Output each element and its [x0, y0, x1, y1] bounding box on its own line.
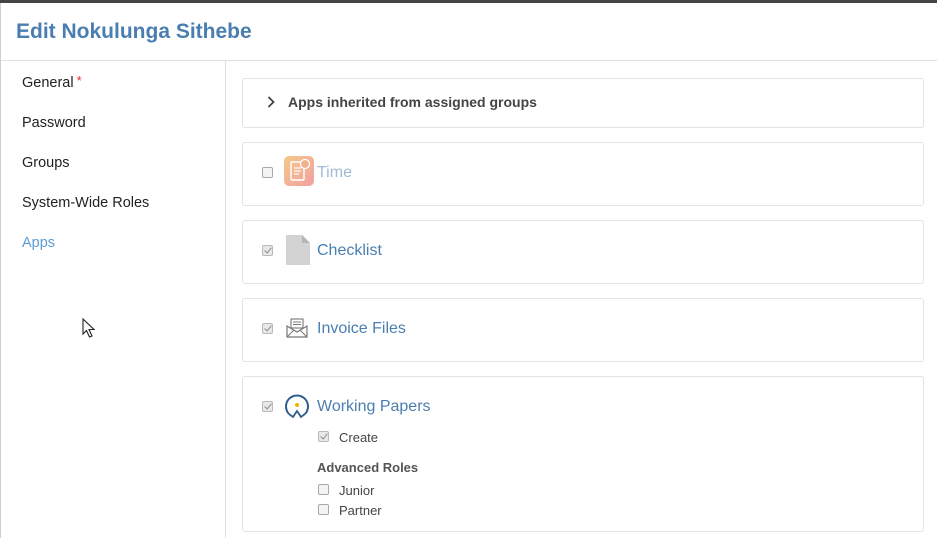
app-name-invoice-files: Invoice Files [317, 320, 406, 337]
app-card-working-papers: Working Papers Create Advanced Roles Jun… [242, 376, 924, 532]
document-icon [286, 235, 310, 265]
app-card-invoice-files: Invoice Files [242, 298, 924, 362]
advanced-roles-heading: Advanced Roles [317, 460, 419, 475]
app-card-time: Time [242, 142, 924, 206]
app-card-checklist: Checklist [242, 220, 924, 284]
role-label-partner: Partner [339, 503, 382, 518]
required-marker: * [76, 73, 82, 88]
apps-panel: Apps inherited from assigned groups Time [226, 61, 937, 538]
app-checkbox-checklist[interactable] [262, 245, 273, 256]
create-permission-label: Create [339, 430, 379, 445]
sidebar-item-password[interactable]: Password [22, 115, 86, 131]
page-title: Edit Nokulunga Sithebe [16, 20, 252, 43]
role-checkbox-junior[interactable] [318, 484, 329, 495]
inherited-apps-label: Apps inherited from assigned groups [288, 94, 537, 110]
chevron-right-icon [267, 96, 275, 108]
role-checkbox-partner[interactable] [318, 504, 329, 515]
sidebar-item-label: Password [22, 115, 86, 131]
envelope-icon [286, 318, 308, 338]
app-name-time: Time [317, 164, 352, 181]
app-checkbox-invoice-files[interactable] [262, 323, 273, 334]
app-name-working-papers: Working Papers [317, 398, 431, 415]
app-name-checklist: Checklist [317, 242, 382, 259]
time-app-icon [284, 156, 314, 186]
sidebar-item-label: System-Wide Roles [22, 195, 150, 211]
sidebar-item-label: Groups [22, 155, 70, 171]
dialog-header: Edit Nokulunga Sithebe [0, 3, 937, 61]
working-papers-logo-icon [285, 394, 309, 419]
sidebar-item-apps[interactable]: Apps [22, 235, 55, 251]
sidebar-item-general[interactable]: General * [22, 73, 82, 91]
inherited-apps-toggle[interactable]: Apps inherited from assigned groups [242, 78, 924, 128]
mouse-pointer-icon [82, 318, 96, 338]
sidebar-item-groups[interactable]: Groups [22, 155, 70, 171]
sidebar-item-label: Apps [22, 235, 56, 251]
sidebar-item-label: General [22, 75, 74, 91]
app-checkbox-time[interactable] [262, 167, 273, 178]
sidebar-nav: General * Password Groups System-Wide Rol… [0, 61, 226, 538]
create-permission-checkbox[interactable] [318, 431, 329, 442]
role-label-junior: Junior [339, 483, 375, 498]
app-checkbox-working-papers[interactable] [262, 401, 273, 412]
sidebar-item-system-wide-roles[interactable]: System-Wide Roles [22, 195, 149, 211]
